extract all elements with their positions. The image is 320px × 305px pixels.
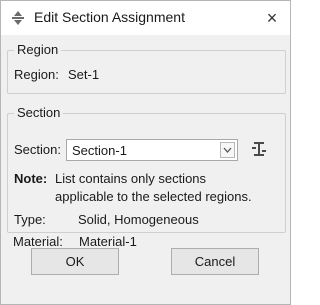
type-label: Type: [14,212,46,227]
region-group-title: Region [14,42,62,57]
note-text-line2: applicable to the selected regions. [55,189,252,204]
material-label: Material: [13,234,63,249]
title-bar: Edit Section Assignment × [1,1,290,35]
section-assign-icon [12,11,24,25]
section-manager-icon[interactable] [251,141,267,159]
dropdown-button[interactable] [220,142,235,158]
section-select[interactable]: Section-1 [66,139,238,161]
section-group: Section Section: Section-1 Note: List co… [7,105,286,233]
material-value: Material-1 [79,234,137,249]
section-label: Section: [14,142,61,157]
region-value: Set-1 [68,67,100,82]
note-label: Note: [14,171,48,186]
note-text-line1: List contains only sections [55,171,207,186]
chevron-down-icon [223,147,232,153]
cancel-button[interactable]: Cancel [171,248,259,275]
region-group: Region Region: Set-1 [7,42,286,94]
region-label: Region: [14,67,59,82]
edit-section-assignment-dialog: Edit Section Assignment × Region Region:… [0,0,291,305]
close-button[interactable]: × [260,6,284,30]
type-value: Solid, Homogeneous [78,212,199,227]
section-group-title: Section [14,105,64,120]
section-select-value: Section-1 [72,143,127,158]
dialog-title: Edit Section Assignment [34,9,185,25]
ok-button[interactable]: OK [31,248,119,275]
close-icon: × [266,8,278,28]
